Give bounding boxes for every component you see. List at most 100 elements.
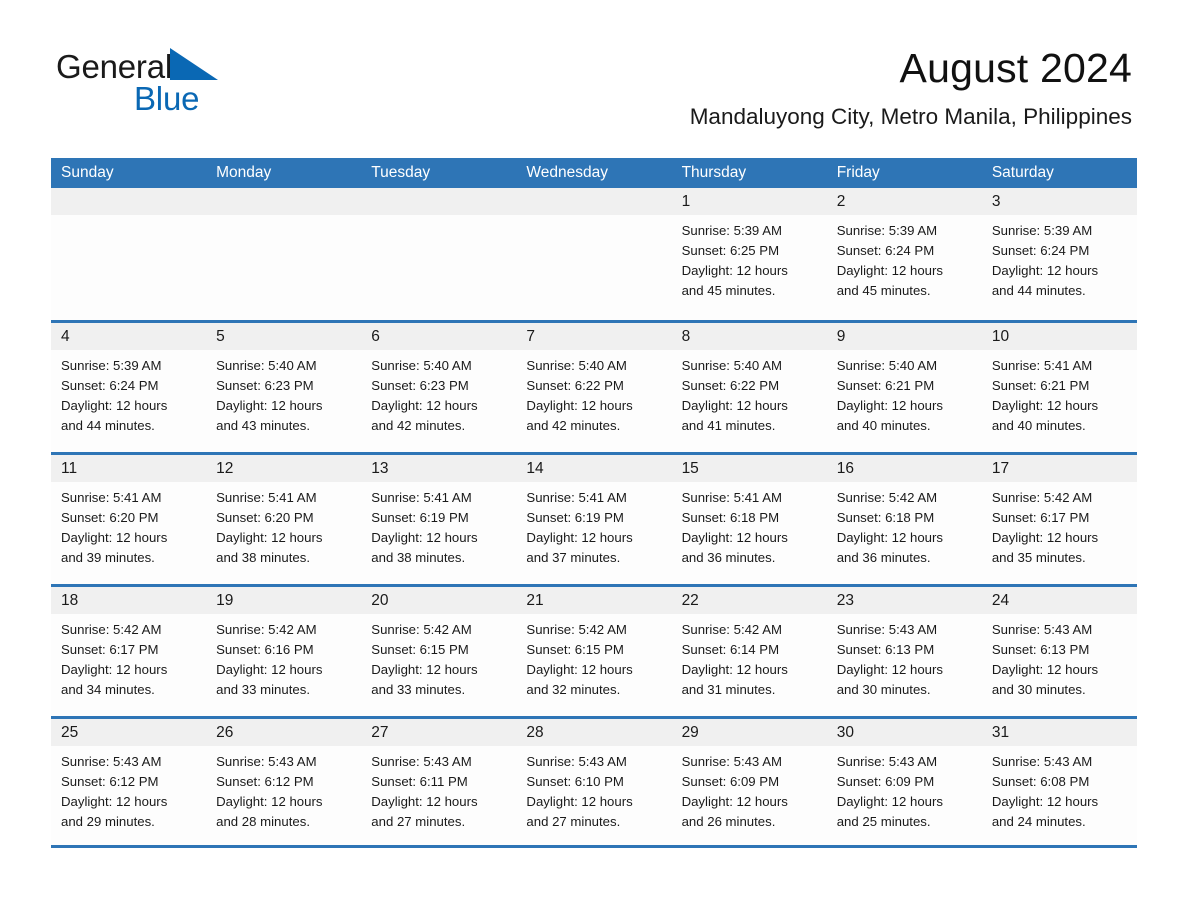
sunrise-text: Sunrise: 5:43 AM xyxy=(991,754,1093,769)
day-number-band: 11 xyxy=(51,455,207,482)
calendar-day-cell-23[interactable]: 23 Sunrise: 5:43 AM Sunset: 6:13 PM Dayl… xyxy=(826,587,982,716)
sunset-text: Sunset: 6:24 PM xyxy=(61,378,159,393)
sunset-text: Sunset: 6:11 PM xyxy=(371,774,468,789)
calendar-day-cell-15[interactable]: 15 Sunrise: 5:41 AM Sunset: 6:18 PM Dayl… xyxy=(671,455,827,584)
sunrise-text: Sunrise: 5:43 AM xyxy=(61,754,162,769)
calendar-day-cell-2[interactable]: 2 Sunrise: 5:39 AM Sunset: 6:24 PM Dayli… xyxy=(826,188,982,320)
sunrise-text: Sunrise: 5:41 AM xyxy=(61,490,162,505)
calendar-day-cell-28[interactable]: 28 Sunrise: 5:43 AM Sunset: 6:10 PM Dayl… xyxy=(516,719,672,845)
calendar-day-cell-19[interactable]: 19 Sunrise: 5:42 AM Sunset: 6:16 PM Dayl… xyxy=(206,587,362,716)
sunrise-text: Sunrise: 5:43 AM xyxy=(216,754,317,769)
day-number-band: 12 xyxy=(206,455,362,482)
calendar-day-cell-26[interactable]: 26 Sunrise: 5:43 AM Sunset: 6:12 PM Dayl… xyxy=(206,719,362,845)
daylight-text-line2: and 30 minutes. xyxy=(991,682,1086,697)
sunrise-text: Sunrise: 5:42 AM xyxy=(991,490,1093,505)
day-number-band: 26 xyxy=(206,719,362,746)
daylight-text-line1: Daylight: 12 hours xyxy=(836,263,943,278)
calendar-day-cell-24[interactable]: 24 Sunrise: 5:43 AM Sunset: 6:13 PM Dayl… xyxy=(981,587,1137,716)
sunset-text: Sunset: 6:20 PM xyxy=(216,510,314,525)
calendar-day-cell-7[interactable]: 7 Sunrise: 5:40 AM Sunset: 6:22 PM Dayli… xyxy=(516,323,672,452)
calendar-day-cell-27[interactable]: 27 Sunrise: 5:43 AM Sunset: 6:11 PM Dayl… xyxy=(361,719,517,845)
calendar-day-cell-6[interactable]: 6 Sunrise: 5:40 AM Sunset: 6:23 PM Dayli… xyxy=(361,323,517,452)
daylight-text-line2: and 32 minutes. xyxy=(526,682,621,697)
sunrise-text: Sunrise: 5:39 AM xyxy=(681,223,782,238)
day-number-band: 28 xyxy=(516,719,672,746)
sunset-text: Sunset: 6:23 PM xyxy=(371,378,469,393)
sunset-text: Sunset: 6:18 PM xyxy=(836,510,935,525)
sunrise-text: Sunrise: 5:42 AM xyxy=(371,622,472,637)
day-details: Sunrise: 5:41 AM Sunset: 6:18 PM Dayligh… xyxy=(672,482,827,568)
day-number-band: 17 xyxy=(981,455,1137,482)
calendar-day-cell-4[interactable]: 4 Sunrise: 5:39 AM Sunset: 6:24 PM Dayli… xyxy=(51,323,207,452)
calendar-page: General Blue August 2024 Mandaluyong Cit… xyxy=(0,0,1188,918)
sunset-text: Sunset: 6:19 PM xyxy=(371,510,469,525)
day-number-band: 31 xyxy=(981,719,1137,746)
calendar-day-cell-9[interactable]: 9 Sunrise: 5:40 AM Sunset: 6:21 PM Dayli… xyxy=(826,323,982,452)
sunrise-text: Sunrise: 5:41 AM xyxy=(526,490,627,505)
daylight-text-line2: and 38 minutes. xyxy=(216,550,310,565)
calendar-day-cell-16[interactable]: 16 Sunrise: 5:42 AM Sunset: 6:18 PM Dayl… xyxy=(826,455,982,584)
calendar-week-row-1: 1 Sunrise: 5:39 AM Sunset: 6:25 PM Dayli… xyxy=(51,188,1137,320)
day-details: Sunrise: 5:43 AM Sunset: 6:13 PM Dayligh… xyxy=(982,614,1137,700)
daylight-text-line2: and 28 minutes. xyxy=(216,814,310,829)
calendar-day-cell-30[interactable]: 30 Sunrise: 5:43 AM Sunset: 6:09 PM Dayl… xyxy=(826,719,982,845)
calendar-day-cell-12[interactable]: 12 Sunrise: 5:41 AM Sunset: 6:20 PM Dayl… xyxy=(206,455,362,584)
logo-top-row: General xyxy=(56,48,376,85)
sunset-text: Sunset: 6:19 PM xyxy=(526,510,624,525)
day-number: 11 xyxy=(61,460,78,477)
day-details: Sunrise: 5:43 AM Sunset: 6:10 PM Dayligh… xyxy=(516,746,671,832)
calendar-day-cell-8[interactable]: 8 Sunrise: 5:40 AM Sunset: 6:22 PM Dayli… xyxy=(671,323,827,452)
sunset-text: Sunset: 6:10 PM xyxy=(526,774,624,789)
day-number: 26 xyxy=(216,724,234,741)
day-number: 14 xyxy=(526,460,544,477)
day-details: Sunrise: 5:43 AM Sunset: 6:09 PM Dayligh… xyxy=(827,746,982,832)
day-number-band: 19 xyxy=(206,587,362,614)
generalblue-logo[interactable]: General Blue xyxy=(56,48,376,118)
daylight-text-line1: Daylight: 12 hours xyxy=(526,662,633,677)
day-details: Sunrise: 5:42 AM Sunset: 6:14 PM Dayligh… xyxy=(672,614,827,700)
day-number-band: 16 xyxy=(826,455,982,482)
calendar-day-cell-21[interactable]: 21 Sunrise: 5:42 AM Sunset: 6:15 PM Dayl… xyxy=(516,587,672,716)
sunset-text: Sunset: 6:15 PM xyxy=(371,642,469,657)
calendar-day-cell-22[interactable]: 22 Sunrise: 5:42 AM Sunset: 6:14 PM Dayl… xyxy=(671,587,827,716)
calendar-day-cell-14[interactable]: 14 Sunrise: 5:41 AM Sunset: 6:19 PM Dayl… xyxy=(516,455,672,584)
day-number-band: 10 xyxy=(981,323,1137,350)
day-number: 8 xyxy=(681,328,691,345)
daylight-text-line1: Daylight: 12 hours xyxy=(681,398,788,413)
day-details: Sunrise: 5:43 AM Sunset: 6:11 PM Dayligh… xyxy=(361,746,516,832)
calendar-day-cell-10[interactable]: 10 Sunrise: 5:41 AM Sunset: 6:21 PM Dayl… xyxy=(981,323,1137,452)
calendar-day-cell-29[interactable]: 29 Sunrise: 5:43 AM Sunset: 6:09 PM Dayl… xyxy=(671,719,827,845)
sunrise-text: Sunrise: 5:40 AM xyxy=(526,358,627,373)
calendar-day-cell-11[interactable]: 11 Sunrise: 5:41 AM Sunset: 6:20 PM Dayl… xyxy=(51,455,207,584)
daylight-text-line1: Daylight: 12 hours xyxy=(371,662,478,677)
daylight-text-line1: Daylight: 12 hours xyxy=(681,794,788,809)
calendar-day-cell-1[interactable]: 1 Sunrise: 5:39 AM Sunset: 6:25 PM Dayli… xyxy=(671,188,827,320)
sunrise-text: Sunrise: 5:41 AM xyxy=(681,490,782,505)
day-details: Sunrise: 5:42 AM Sunset: 6:16 PM Dayligh… xyxy=(206,614,361,700)
sunrise-text: Sunrise: 5:42 AM xyxy=(216,622,317,637)
day-details: Sunrise: 5:42 AM Sunset: 6:17 PM Dayligh… xyxy=(982,482,1137,568)
day-details: Sunrise: 5:40 AM Sunset: 6:22 PM Dayligh… xyxy=(516,350,671,436)
calendar-day-cell-13[interactable]: 13 Sunrise: 5:41 AM Sunset: 6:19 PM Dayl… xyxy=(361,455,517,584)
calendar-day-cell-18[interactable]: 18 Sunrise: 5:42 AM Sunset: 6:17 PM Dayl… xyxy=(51,587,207,716)
day-details: Sunrise: 5:39 AM Sunset: 6:24 PM Dayligh… xyxy=(982,215,1137,301)
calendar-day-cell-17[interactable]: 17 Sunrise: 5:42 AM Sunset: 6:17 PM Dayl… xyxy=(981,455,1137,584)
sunrise-text: Sunrise: 5:40 AM xyxy=(681,358,782,373)
day-number: 4 xyxy=(61,328,70,345)
calendar-day-cell-25[interactable]: 25 Sunrise: 5:43 AM Sunset: 6:12 PM Dayl… xyxy=(51,719,207,845)
daylight-text-line2: and 34 minutes. xyxy=(61,682,155,697)
calendar-day-cell-empty xyxy=(361,188,517,320)
sunset-text: Sunset: 6:24 PM xyxy=(836,243,935,258)
calendar-day-cell-20[interactable]: 20 Sunrise: 5:42 AM Sunset: 6:15 PM Dayl… xyxy=(361,587,517,716)
daylight-text-line2: and 42 minutes. xyxy=(371,418,466,433)
calendar-day-cell-3[interactable]: 3 Sunrise: 5:39 AM Sunset: 6:24 PM Dayli… xyxy=(981,188,1137,320)
sunset-text: Sunset: 6:25 PM xyxy=(681,243,780,258)
calendar-day-cell-5[interactable]: 5 Sunrise: 5:40 AM Sunset: 6:23 PM Dayli… xyxy=(206,323,362,452)
day-number-band: 14 xyxy=(516,455,672,482)
daylight-text-line1: Daylight: 12 hours xyxy=(991,662,1099,677)
daylight-text-line1: Daylight: 12 hours xyxy=(216,398,323,413)
weekday-header-row: Sunday Monday Tuesday Wednesday Thursday… xyxy=(51,158,1137,188)
logo-text-general: General xyxy=(56,48,173,85)
day-number-band xyxy=(206,188,362,215)
calendar-day-cell-31[interactable]: 31 Sunrise: 5:43 AM Sunset: 6:08 PM Dayl… xyxy=(981,719,1137,845)
